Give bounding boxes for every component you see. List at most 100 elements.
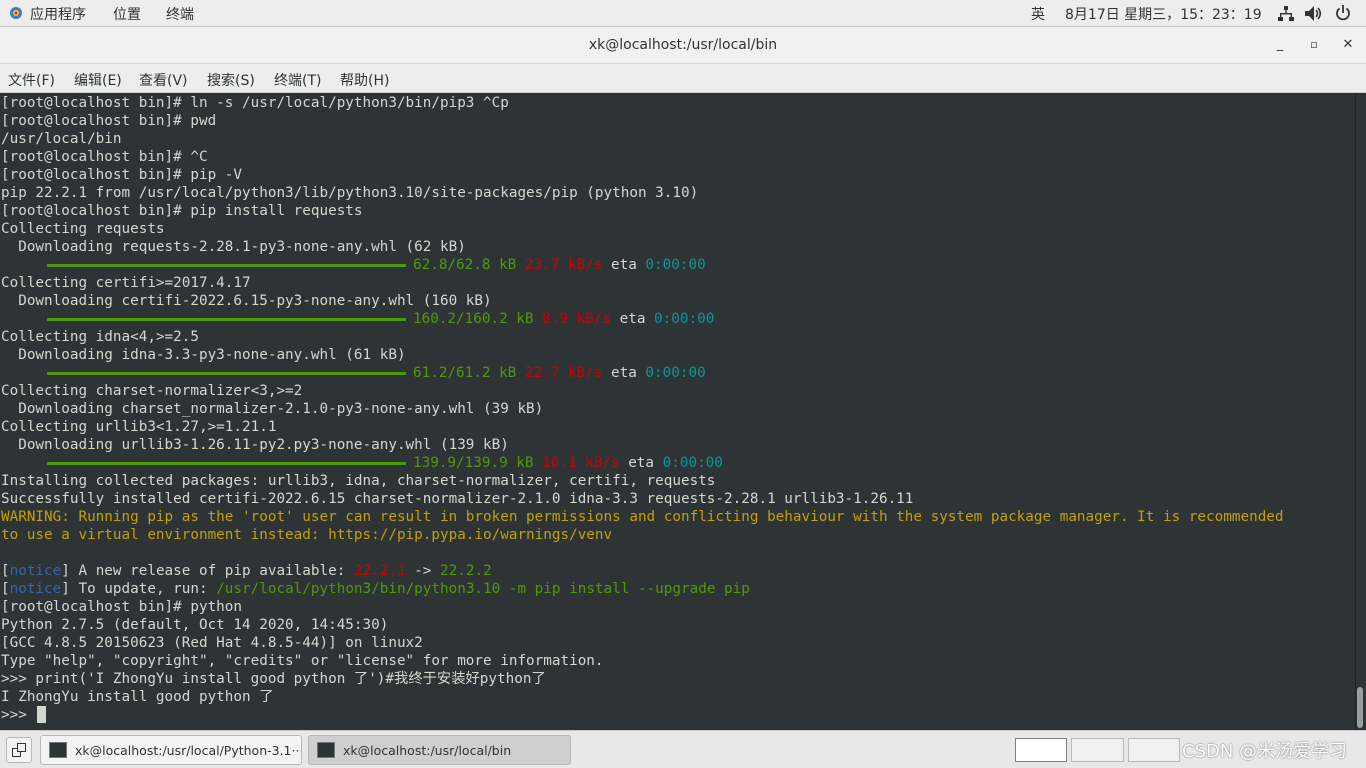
- network-icon[interactable]: [1278, 6, 1294, 21]
- progress-stats: 62.8/62.8 kB 23.7 kB/s eta 0:00:00: [413, 256, 706, 274]
- progress-eta: 0:00:00: [662, 455, 723, 471]
- progress-speed: 10.1 kB/s: [542, 455, 620, 471]
- show-desktop-button[interactable]: [6, 737, 32, 763]
- terminal-line: Downloading certifi-2022.6.15-py3-none-a…: [1, 293, 492, 309]
- taskbar: xk@localhost:/usr/local/Python-3.1··· xk…: [0, 730, 1366, 768]
- terminal-line: [root@localhost bin]# pip install reques…: [1, 203, 363, 219]
- menu-edit[interactable]: 编辑(E): [74, 70, 122, 90]
- scrollbar-thumb[interactable]: [1357, 687, 1363, 728]
- progress-size: 62.8/62.8 kB: [413, 257, 517, 273]
- window-title: xk@localhost:/usr/local/bin: [588, 37, 778, 53]
- terminal-line: [root@localhost bin]# python: [1, 599, 243, 615]
- show-desktop-icon: [12, 743, 26, 757]
- terminal-line: [GCC 4.8.5 20150623 (Red Hat 4.8.5-44)] …: [1, 635, 423, 651]
- notice-text: A new release of pip available:: [69, 563, 354, 579]
- download-progress-bar: [47, 372, 406, 375]
- menu-bar: 文件(F) 编辑(E) 查看(V) 搜索(S) 终端(T) 帮助(H): [0, 64, 1366, 93]
- input-method-indicator[interactable]: 英: [1031, 4, 1045, 24]
- notice-line: [notice] A new release of pip available:…: [1, 562, 492, 580]
- progress-speed: 22.7 kB/s: [524, 365, 603, 381]
- workspace-3[interactable]: [1128, 738, 1180, 762]
- progress-eta-label: eta: [619, 311, 646, 327]
- menu-help[interactable]: 帮助(H): [340, 70, 389, 90]
- menu-search[interactable]: 搜索(S): [207, 70, 255, 90]
- progress-size: 139.9/139.9 kB: [413, 455, 534, 471]
- minimize-button[interactable]: _: [1272, 37, 1288, 53]
- terminal-line: Collecting charset-normalizer<3,>=2: [1, 383, 303, 399]
- terminal-line: /usr/local/bin: [1, 131, 122, 147]
- old-version: 22.2.1: [353, 563, 406, 579]
- clock[interactable]: 8月17日 星期三，15：23：19: [1065, 4, 1262, 24]
- taskbar-window-bin[interactable]: xk@localhost:/usr/local/bin: [308, 735, 571, 765]
- terminal-line: Downloading urllib3-1.26.11-py2.py3-none…: [1, 437, 509, 453]
- terminal-line: Successfully installed certifi-2022.6.15…: [1, 491, 914, 507]
- progress-size: 61.2/61.2 kB: [413, 365, 517, 381]
- prompt-line: >>>: [1, 707, 36, 723]
- notice-bracket: ]: [61, 563, 70, 579]
- download-progress-bar: [47, 264, 406, 267]
- notice-line: [notice] To update, run: /usr/local/pyth…: [1, 580, 750, 598]
- menu-terminal[interactable]: 终端(T): [274, 70, 321, 90]
- progress-eta: 0:00:00: [645, 365, 706, 381]
- notice-bracket: [: [1, 581, 10, 597]
- apps-menu-icon[interactable]: [9, 6, 23, 20]
- terminal-line: [root@localhost bin]# pwd: [1, 113, 217, 129]
- terminal-line: Downloading charset_normalizer-2.1.0-py3…: [1, 401, 544, 417]
- notice-tag: notice: [9, 563, 62, 579]
- terminal-output[interactable]: [root@localhost bin]# ln -s /usr/local/p…: [0, 93, 1355, 730]
- download-progress-bar: [47, 318, 406, 321]
- taskbar-window-python-src[interactable]: xk@localhost:/usr/local/Python-3.1···: [40, 735, 302, 765]
- terminal-line: Collecting idna<4,>=2.5: [1, 329, 199, 345]
- new-version: 22.2.2: [440, 563, 492, 579]
- progress-stats: 139.9/139.9 kB 10.1 kB/s eta 0:00:00: [413, 454, 723, 472]
- terminal-line: Python 2.7.5 (default, Oct 14 2020, 14:4…: [1, 617, 389, 633]
- notice-bracket: ]: [61, 581, 70, 597]
- terminal-line: Downloading idna-3.3-py3-none-any.whl (6…: [1, 347, 406, 363]
- terminal-app-menu[interactable]: 终端: [166, 4, 194, 24]
- terminal-line: Type "help", "copyright", "credits" or "…: [1, 653, 604, 669]
- maximize-button[interactable]: ▫: [1306, 37, 1322, 53]
- warning-line: WARNING: Running pip as the 'root' user …: [1, 509, 1284, 525]
- terminal-line: I ZhongYu install good python 了: [1, 689, 274, 705]
- workspace-2[interactable]: [1071, 738, 1124, 762]
- terminal-line: Installing collected packages: urllib3, …: [1, 473, 716, 489]
- progress-eta-label: eta: [628, 455, 655, 471]
- close-button[interactable]: ✕: [1340, 37, 1356, 53]
- notice-tag: notice: [9, 581, 62, 597]
- applications-menu[interactable]: 应用程序: [30, 4, 86, 24]
- version-arrow: ->: [405, 563, 441, 579]
- warning-line: to use a virtual environment instead: ht…: [1, 527, 613, 543]
- terminal-line: [root@localhost bin]# ^C: [1, 149, 208, 165]
- download-progress-bar: [47, 462, 406, 465]
- progress-speed: 8.9 kB/s: [542, 311, 611, 327]
- text-cursor: [37, 706, 46, 723]
- menu-view[interactable]: 查看(V): [139, 70, 188, 90]
- progress-stats: 160.2/160.2 kB 8.9 kB/s eta 0:00:00: [413, 310, 714, 328]
- power-icon[interactable]: [1335, 5, 1351, 21]
- top-panel: 应用程序 位置 终端 英 8月17日 星期三，15：23：19: [0, 0, 1366, 27]
- workspace-1[interactable]: [1015, 738, 1067, 762]
- terminal-line: [root@localhost bin]# ln -s /usr/local/p…: [1, 95, 509, 111]
- places-menu[interactable]: 位置: [113, 4, 141, 24]
- task-label: xk@localhost:/usr/local/bin: [343, 743, 512, 758]
- notice-bracket: [: [1, 563, 10, 579]
- terminal-line: Collecting urllib3<1.27,>=1.21.1: [1, 419, 277, 435]
- terminal-line: [root@localhost bin]# pip -V: [1, 167, 243, 183]
- progress-eta: 0:00:00: [645, 257, 706, 273]
- progress-eta-label: eta: [610, 365, 637, 381]
- terminal-line: >>> print('I ZhongYu install good python…: [1, 671, 546, 687]
- terminal-line: Downloading requests-2.28.1-py3-none-any…: [1, 239, 466, 255]
- progress-stats: 61.2/61.2 kB 22.7 kB/s eta 0:00:00: [413, 364, 706, 382]
- volume-icon[interactable]: [1305, 6, 1323, 21]
- menu-file[interactable]: 文件(F): [8, 70, 55, 90]
- terminal-line: Collecting requests: [1, 221, 165, 237]
- terminal-line: Collecting certifi>=2017.4.17: [1, 275, 251, 291]
- scrollbar-track[interactable]: [1355, 93, 1366, 730]
- progress-eta-label: eta: [610, 257, 637, 273]
- notice-text: To update, run:: [69, 581, 217, 597]
- progress-speed: 23.7 kB/s: [524, 257, 603, 273]
- task-label: xk@localhost:/usr/local/Python-3.1···: [75, 743, 302, 758]
- csdn-watermark: CSDN @米汤爱学习: [1182, 741, 1348, 762]
- window-titlebar[interactable]: xk@localhost:/usr/local/bin _ ▫ ✕: [0, 27, 1366, 64]
- terminal-icon: [49, 742, 67, 758]
